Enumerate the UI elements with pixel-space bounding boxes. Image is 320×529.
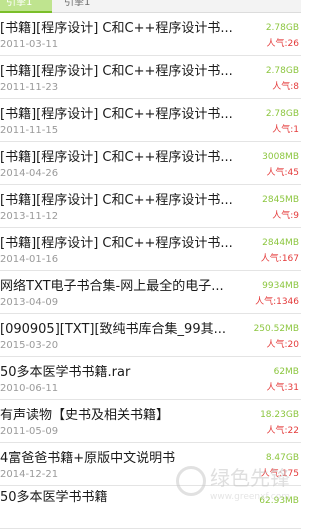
list-item[interactable]: [书籍][程序设计] C和C++程序设计书... 2014-01-16 2844… [0, 228, 301, 271]
list-item[interactable]: 有声读物【史书及相关书籍】 2011-05-09 18.23GB 人气:22 [0, 400, 301, 443]
result-date: 2014-01-16 [0, 254, 59, 265]
result-popularity: 人气:175 [260, 469, 299, 479]
result-date: 2015-03-20 [0, 340, 59, 351]
list-item[interactable]: [书籍][程序设计] C和C++程序设计书... 2014-04-26 3008… [0, 142, 301, 185]
result-popularity: 人气:9 [272, 211, 299, 221]
result-popularity: 人气:8 [272, 82, 299, 92]
result-title: 50多本医学书书籍 [0, 490, 108, 505]
result-size: 2.78GB [265, 66, 299, 76]
search-results-screen: 引擎1 引擎1 [书籍][程序设计] C和C++程序设计书... 2011-03… [0, 0, 301, 529]
result-title: [书籍][程序设计] C和C++程序设计书... [0, 193, 233, 208]
result-popularity: 人气:20 [266, 340, 300, 350]
result-popularity: 人气:45 [266, 168, 300, 178]
result-size: 2844MB [262, 238, 299, 248]
result-popularity: 人气:31 [266, 383, 300, 393]
result-title: 有声读物【史书及相关书籍】 [0, 408, 170, 423]
result-title: [书籍][程序设计] C和C++程序设计书... [0, 64, 233, 79]
list-item[interactable]: 4富爸爸书籍+原版中文说明书 2014-12-21 8.47GB 人气:175 [0, 443, 301, 486]
list-item[interactable]: [书籍][程序设计] C和C++程序设计书... 2011-03-11 2.78… [0, 13, 301, 56]
result-date: 2011-11-23 [0, 82, 59, 93]
result-size: 2.78GB [265, 23, 299, 33]
result-size: 2845MB [262, 195, 299, 205]
result-title: [书籍][程序设计] C和C++程序设计书... [0, 21, 233, 36]
result-title: 50多本医学书书籍.rar [0, 365, 131, 380]
tab-engine-1[interactable]: 引擎1 [0, 0, 52, 13]
result-popularity: 人气:167 [260, 254, 299, 264]
result-popularity: 人气:1346 [255, 297, 299, 307]
list-item[interactable]: [书籍][程序设计] C和C++程序设计书... 2011-11-15 2.78… [0, 99, 301, 142]
list-item[interactable]: [书籍][程序设计] C和C++程序设计书... 2011-11-23 2.78… [0, 56, 301, 99]
engine-tab-bar: 引擎1 引擎1 [0, 0, 301, 13]
result-date: 2013-04-09 [0, 297, 59, 308]
result-date: 2010-06-11 [0, 383, 59, 394]
results-list[interactable]: [书籍][程序设计] C和C++程序设计书... 2011-03-11 2.78… [0, 13, 301, 529]
result-title: [书籍][程序设计] C和C++程序设计书... [0, 236, 233, 251]
list-item[interactable]: [090905][TXT][致纯书库合集_99其... 2015-03-20 2… [0, 314, 301, 357]
result-popularity: 人气:22 [266, 426, 300, 436]
result-date: 2014-04-26 [0, 168, 59, 179]
result-size: 18.23GB [260, 410, 299, 420]
result-size: 2.78GB [265, 109, 299, 119]
result-title: [书籍][程序设计] C和C++程序设计书... [0, 150, 233, 165]
list-item[interactable]: [书籍][程序设计] C和C++程序设计书... 2013-11-12 2845… [0, 185, 301, 228]
result-size: 8.47GB [265, 453, 299, 463]
result-date: 2014-12-21 [0, 469, 59, 480]
result-size: 250.52MB [253, 324, 299, 334]
result-title: 4富爸爸书籍+原版中文说明书 [0, 451, 176, 466]
result-popularity: 人气:1 [272, 125, 299, 135]
tab-engine-2[interactable]: 引擎1 [58, 0, 106, 11]
result-date: 2011-11-15 [0, 125, 59, 136]
result-title: 网络TXT电子书合集-网上最全的电子... [0, 279, 224, 294]
list-item[interactable]: 网络TXT电子书合集-网上最全的电子... 2013-04-09 9934MB … [0, 271, 301, 314]
result-popularity: 人气:26 [266, 39, 300, 49]
list-item[interactable]: 50多本医学书书籍 62.93MB [0, 486, 301, 529]
list-item[interactable]: 50多本医学书书籍.rar 2010-06-11 62MB 人气:31 [0, 357, 301, 400]
result-title: [090905][TXT][致纯书库合集_99其... [0, 322, 226, 337]
result-date: 2011-05-09 [0, 426, 59, 437]
result-size: 9934MB [262, 281, 299, 291]
result-title: [书籍][程序设计] C和C++程序设计书... [0, 107, 233, 122]
result-size: 62.93MB [259, 496, 299, 506]
result-size: 3008MB [262, 152, 299, 162]
result-date: 2013-11-12 [0, 211, 59, 222]
result-size: 62MB [273, 367, 299, 377]
result-date: 2011-03-11 [0, 39, 59, 50]
